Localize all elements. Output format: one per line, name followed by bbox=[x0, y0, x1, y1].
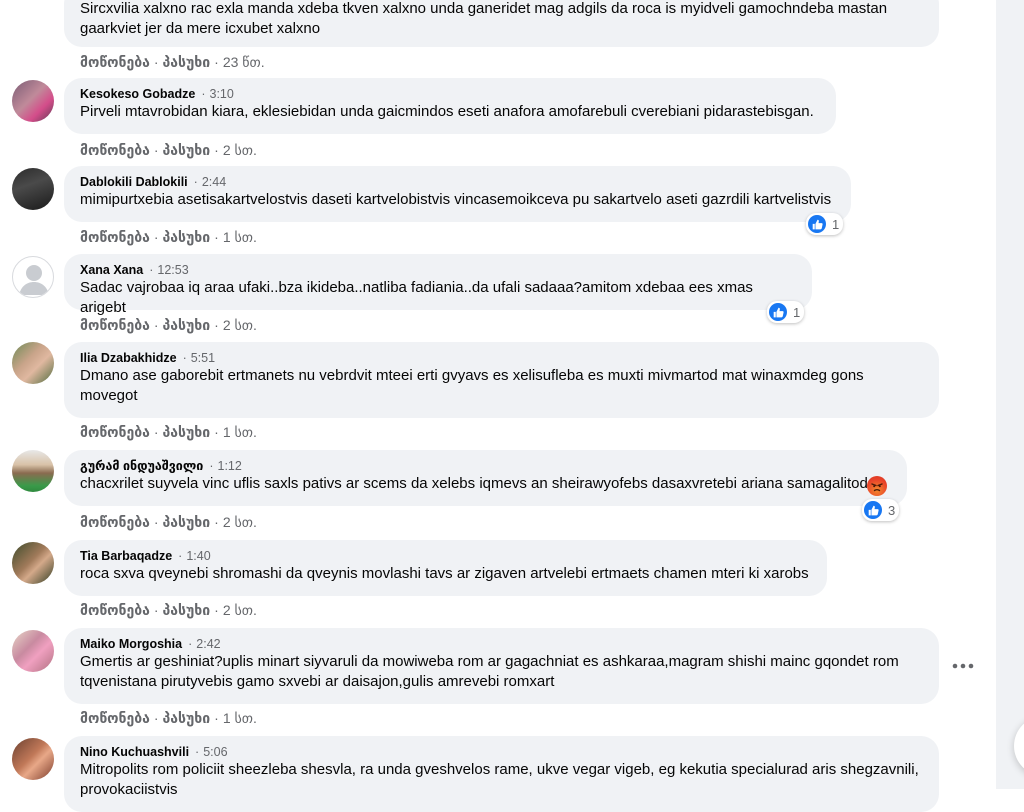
like-button[interactable]: მოწონება bbox=[80, 317, 150, 333]
comment-bubble: Dablokili Dablokili · 2:44 mimipurtxebia a… bbox=[64, 166, 851, 222]
comment-text: gaarkviet jer da mere icxubet xalxno bbox=[80, 20, 321, 37]
comment-age[interactable]: 1 სთ. bbox=[223, 229, 257, 245]
reaction-count: 3 bbox=[888, 502, 896, 518]
comment-age[interactable]: 2 სთ. bbox=[223, 602, 257, 618]
comment-actions: მოწონება · პასუხი · 23 წთ. bbox=[80, 54, 265, 70]
reply-button[interactable]: პასუხი bbox=[163, 424, 211, 440]
comment-actions: მოწონება · პასუხი · 1 სთ. bbox=[80, 229, 257, 245]
like-icon bbox=[769, 303, 787, 321]
comment-text: Pirveli mtavrobidan kiara, eklesiebidan … bbox=[80, 103, 814, 120]
comment-time: 5:06 bbox=[203, 745, 228, 759]
comment-time: 1:40 bbox=[186, 549, 211, 563]
comment-time: 3:10 bbox=[209, 87, 234, 101]
comment-age[interactable]: 23 წთ. bbox=[223, 54, 265, 70]
reply-button[interactable]: პასუხი bbox=[163, 317, 211, 333]
like-button[interactable]: მოწონება bbox=[80, 54, 150, 70]
comment-actions: მოწონება · პასუხი · 2 სთ. bbox=[80, 602, 257, 618]
default-avatar-icon[interactable] bbox=[12, 256, 54, 298]
comment-text: mimipurtxebia asetisakartvelostvis daset… bbox=[80, 191, 832, 208]
like-button[interactable]: მოწონება bbox=[80, 229, 150, 245]
comment-text: Dmano ase gaborebit ertmanets nu vebrdvi… bbox=[80, 367, 864, 384]
reply-button[interactable]: პასუხი bbox=[163, 54, 211, 70]
comment-age[interactable]: 2 სთ. bbox=[223, 317, 257, 333]
comment-text: tqvenistana pirutyvebis gamo sxvebi ar d… bbox=[80, 673, 555, 690]
comment-text: chacxrilet suyvela vinc uflis saxls pati… bbox=[80, 475, 868, 492]
comment-actions: მოწონება · პასუხი · 2 სთ. bbox=[80, 142, 257, 158]
reaction-summary[interactable]: 3 bbox=[862, 499, 900, 521]
like-icon bbox=[808, 215, 826, 233]
avatar[interactable] bbox=[12, 542, 54, 584]
comment-time: 12:53 bbox=[157, 263, 189, 277]
comment-time: 5:51 bbox=[190, 351, 216, 365]
comment-bubble: Nino Kuchuashvili · 5:06 Mitropolits rom p… bbox=[64, 736, 939, 812]
comment-bubble: გურამ ინდუაშვილი · 1:12 chacxrilet suyvela… bbox=[64, 450, 907, 506]
comment-age[interactable]: 1 სთ. bbox=[223, 424, 257, 440]
comment-age[interactable]: 2 სთ. bbox=[223, 514, 257, 530]
angry-reaction-icon bbox=[867, 476, 887, 496]
comment-age[interactable]: 2 სთ. bbox=[223, 142, 257, 158]
comment-text: movegot bbox=[80, 387, 138, 404]
comment-actions: მოწონება · პასუხი · 2 სთ. bbox=[80, 317, 257, 333]
comment-text: Sircxvilia xalxno rac exla manda xdeba t… bbox=[80, 0, 888, 17]
comment-time: 1:12 bbox=[217, 459, 242, 473]
comment-bubble: Kesokeso Gobadze · 3:10 Pirveli mtavrobida… bbox=[64, 78, 836, 134]
comment-age[interactable]: 1 სთ. bbox=[223, 710, 257, 726]
comment-author[interactable]: Ilia Dzabakhidze bbox=[80, 351, 177, 365]
comment-text: Sadac vajrobaa iq araa ufaki..bza ikideb… bbox=[80, 279, 753, 316]
comment-text: Mitropolits rom policiit sheezleba shesv… bbox=[80, 761, 919, 778]
comment-author[interactable]: Dablokili Dablokili bbox=[80, 175, 188, 189]
like-button[interactable]: მოწონება bbox=[80, 602, 150, 618]
comment-text: Gmertis ar geshiniat?uplis minart siyvar… bbox=[80, 653, 899, 670]
comment-bubble: Tia Barbaqadze · 1:40 roca sxva qveynebi s… bbox=[64, 540, 827, 596]
comment-author[interactable]: Maiko Morgoshia bbox=[80, 637, 182, 651]
comment-bubble: Sircxvilia xalxno rac exla manda xdeba t… bbox=[64, 0, 939, 47]
like-icon bbox=[864, 501, 882, 519]
more-options-icon[interactable] bbox=[952, 656, 978, 672]
comment-bubble: Ilia Dzabakhidze · 5:51 Dmano ase gaborebi… bbox=[64, 342, 939, 418]
avatar[interactable] bbox=[12, 168, 54, 210]
comment-author[interactable]: გურამ ინდუაშვილი bbox=[80, 459, 203, 473]
like-button[interactable]: მოწონება bbox=[80, 142, 150, 158]
comment-author[interactable]: Kesokeso Gobadze bbox=[80, 87, 195, 101]
comment-author[interactable]: Xana Xana bbox=[80, 263, 143, 277]
comment-actions: მოწონება · პასუხი · 1 სთ. bbox=[80, 424, 257, 440]
reply-button[interactable]: პასუხი bbox=[163, 602, 211, 618]
comment-time: 2:44 bbox=[201, 175, 227, 189]
comment-author[interactable]: Nino Kuchuashvili bbox=[80, 745, 189, 759]
reaction-summary[interactable]: 1 bbox=[767, 301, 805, 323]
comment-text: provokaciistvis bbox=[80, 781, 178, 798]
avatar[interactable] bbox=[12, 80, 54, 122]
comment-bubble: Xana Xana · 12:53 Sadac vajrobaa iq araa u… bbox=[64, 254, 812, 316]
reply-button[interactable]: პასუხი bbox=[163, 142, 211, 158]
reply-button[interactable]: პასუხი bbox=[163, 710, 211, 726]
like-button[interactable]: მოწონება bbox=[80, 710, 150, 726]
reaction-count: 1 bbox=[793, 304, 801, 320]
reaction-summary[interactable]: 1 bbox=[806, 213, 844, 235]
avatar[interactable] bbox=[12, 450, 54, 492]
reaction-count: 1 bbox=[832, 216, 840, 232]
scrollbar-track[interactable] bbox=[996, 0, 1024, 789]
avatar[interactable] bbox=[12, 342, 54, 384]
comment-time: 2:42 bbox=[196, 637, 221, 651]
reply-button[interactable]: პასუხი bbox=[163, 229, 211, 245]
comment-bubble: Maiko Morgoshia · 2:42 Gmertis ar geshinia… bbox=[64, 628, 939, 704]
comment-actions: მოწონება · პასუხი · 2 სთ. bbox=[80, 514, 257, 530]
like-button[interactable]: მოწონება bbox=[80, 514, 150, 530]
comment-actions: მოწონება · პასუხი · 1 სთ. bbox=[80, 710, 257, 726]
comment-text: roca sxva qveynebi shromashi da qveynis … bbox=[80, 565, 809, 582]
reply-button[interactable]: პასუხი bbox=[163, 514, 211, 530]
avatar[interactable] bbox=[12, 738, 54, 780]
avatar[interactable] bbox=[12, 630, 54, 672]
like-button[interactable]: მოწონება bbox=[80, 424, 150, 440]
comment-author[interactable]: Tia Barbaqadze bbox=[80, 549, 172, 563]
